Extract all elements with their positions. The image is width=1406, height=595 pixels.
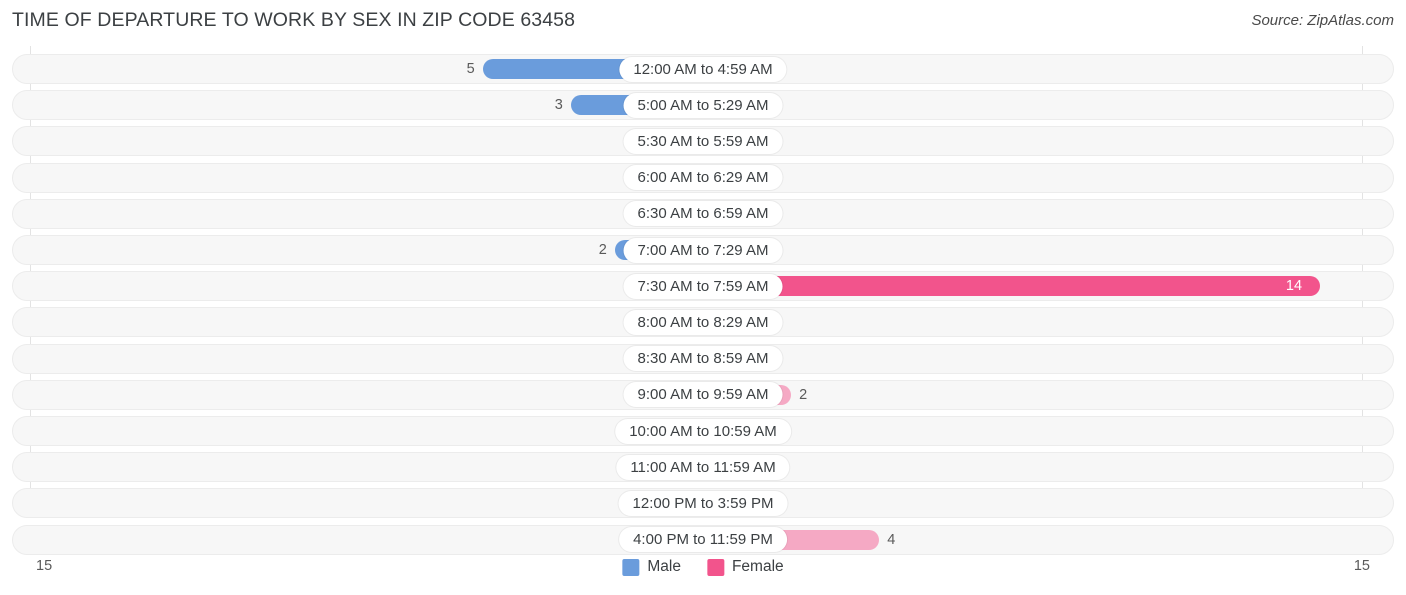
table-row[interactable]: 305:00 AM to 5:29 AM	[12, 90, 1394, 121]
table-row[interactable]: 006:30 AM to 6:59 AM	[12, 198, 1394, 229]
value-label-male: 2	[598, 242, 607, 258]
category-label: 7:00 AM to 7:29 AM	[623, 237, 783, 263]
chart-footer: 15 15 Male Female	[0, 548, 1406, 595]
source-attribution: Source: ZipAtlas.com	[1251, 12, 1394, 29]
legend-label-female: Female	[731, 558, 784, 575]
value-label-female: 4	[887, 531, 896, 548]
chart-legend: Male Female	[622, 558, 784, 576]
category-label: 6:00 AM to 6:29 AM	[623, 165, 783, 191]
category-label: 7:30 AM to 7:59 AM	[623, 273, 783, 299]
table-row[interactable]: 0011:00 AM to 11:59 AM	[12, 452, 1394, 483]
table-row[interactable]: 006:00 AM to 6:29 AM	[12, 162, 1394, 193]
table-row[interactable]: 217:00 AM to 7:29 AM	[12, 235, 1394, 265]
category-label: 9:00 AM to 9:59 AM	[623, 382, 783, 408]
value-label-female: 14	[1285, 278, 1303, 295]
value-label-male: 3	[554, 97, 563, 114]
category-label: 11:00 AM to 11:59 AM	[616, 454, 790, 480]
legend-swatch-female-icon	[706, 558, 724, 576]
value-label-female: 2	[799, 386, 808, 403]
table-row[interactable]: 029:00 AM to 9:59 AM	[12, 379, 1394, 410]
page-title: TIME OF DEPARTURE TO WORK BY SEX IN ZIP …	[12, 9, 576, 31]
category-label: 8:30 AM to 8:59 AM	[623, 346, 783, 372]
table-row[interactable]: 008:00 AM to 8:29 AM	[12, 307, 1394, 338]
chart-header: TIME OF DEPARTURE TO WORK BY SEX IN ZIP …	[0, 0, 1406, 44]
axis-max-left: 15	[36, 558, 53, 574]
legend-item-male[interactable]: Male	[622, 558, 681, 576]
table-row[interactable]: 0110:00 AM to 10:59 AM	[12, 416, 1394, 446]
category-label: 8:00 AM to 8:29 AM	[623, 309, 783, 335]
legend-item-female[interactable]: Female	[706, 558, 784, 576]
category-label: 10:00 AM to 10:59 AM	[615, 418, 791, 444]
legend-swatch-male-icon	[622, 558, 640, 576]
category-label: 12:00 PM to 3:59 PM	[618, 490, 788, 516]
legend-label-male: Male	[647, 558, 681, 575]
table-row[interactable]: 008:30 AM to 8:59 AM	[12, 343, 1394, 374]
table-row[interactable]: 0012:00 PM to 3:59 PM	[12, 488, 1394, 519]
table-row[interactable]: 5012:00 AM to 4:59 AM	[12, 54, 1394, 84]
axis-max-right: 15	[1353, 558, 1370, 574]
category-label: 12:00 AM to 4:59 AM	[619, 56, 787, 82]
table-row[interactable]: 0147:30 AM to 7:59 AM	[12, 271, 1394, 302]
bar-female[interactable]	[703, 276, 1320, 297]
category-label: 5:30 AM to 5:59 AM	[623, 128, 783, 154]
category-label: 6:30 AM to 6:59 AM	[623, 201, 783, 227]
diverging-bar-chart: 5012:00 AM to 4:59 AM 305:00 AM to 5:29 A…	[0, 46, 1406, 555]
value-label-male: 5	[466, 61, 475, 77]
table-row[interactable]: 005:30 AM to 5:59 AM	[12, 126, 1394, 157]
category-label: 5:00 AM to 5:29 AM	[623, 92, 783, 118]
